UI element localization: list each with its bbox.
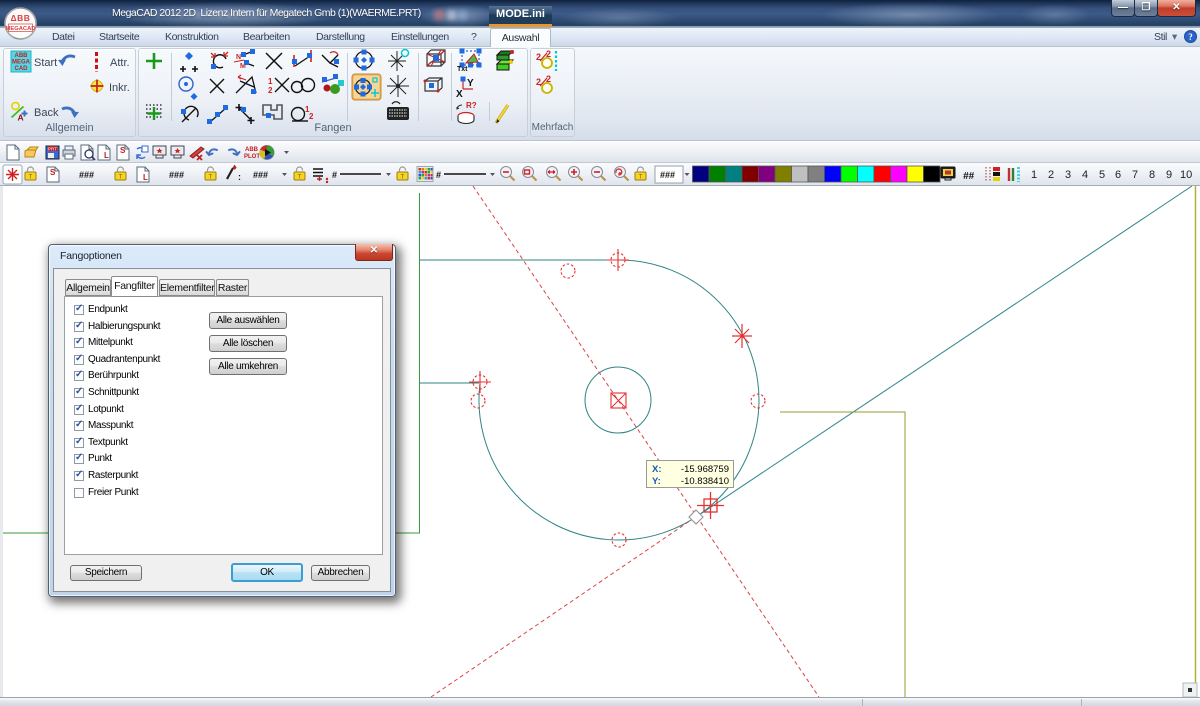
svg-text:2: 2	[309, 112, 314, 121]
svg-text:N: N	[236, 54, 241, 61]
svg-text:1: 1	[268, 77, 273, 86]
svg-text:?: ?	[1188, 32, 1193, 42]
svg-text:MEGA: MEGA	[12, 60, 31, 66]
svg-text:8: 8	[1149, 169, 1155, 181]
svg-text:#: #	[332, 170, 337, 180]
svg-text:L: L	[104, 151, 109, 160]
svg-text:PRT: PRT	[48, 147, 57, 152]
svg-text:###: ###	[169, 170, 184, 180]
svg-text:R?: R?	[466, 101, 477, 110]
svg-text:Txt: Txt	[457, 66, 468, 73]
svg-text:Back: Back	[34, 107, 59, 119]
svg-text:MEGACAD: MEGACAD	[6, 26, 36, 32]
svg-text::: :	[238, 172, 241, 182]
svg-text:3: 3	[1065, 169, 1071, 181]
svg-text:PLOT: PLOT	[244, 154, 260, 160]
svg-text:2: 2	[1048, 169, 1054, 181]
svg-text:L: L	[143, 173, 148, 182]
svg-text:###: ###	[79, 170, 94, 180]
svg-text:ABB: ABB	[245, 147, 259, 153]
svg-text:S: S	[50, 168, 56, 177]
svg-text:Start: Start	[34, 57, 57, 69]
svg-text:10: 10	[1180, 169, 1192, 181]
svg-text:###: ###	[253, 170, 268, 180]
svg-text:1: 1	[1031, 169, 1037, 181]
svg-text:Inkr.: Inkr.	[109, 82, 130, 94]
svg-text:CAD: CAD	[15, 66, 29, 72]
svg-text:Y: Y	[467, 78, 474, 89]
svg-text:9: 9	[1166, 169, 1172, 181]
svg-text:ABB: ABB	[15, 53, 29, 59]
svg-text:4: 4	[1082, 169, 1088, 181]
svg-text:A: A	[18, 113, 24, 123]
svg-text:##: ##	[963, 171, 975, 182]
svg-text:ΔBB: ΔBB	[11, 13, 31, 23]
svg-text:S: S	[120, 146, 126, 155]
svg-text:###: ###	[660, 170, 675, 180]
svg-text:#: #	[436, 170, 441, 180]
svg-text:Attr.: Attr.	[110, 57, 130, 69]
svg-text:7: 7	[1132, 169, 1138, 181]
svg-text:2: 2	[268, 86, 273, 95]
svg-text:X: X	[456, 89, 463, 100]
svg-text:6: 6	[1115, 169, 1121, 181]
svg-text:5: 5	[1099, 169, 1105, 181]
